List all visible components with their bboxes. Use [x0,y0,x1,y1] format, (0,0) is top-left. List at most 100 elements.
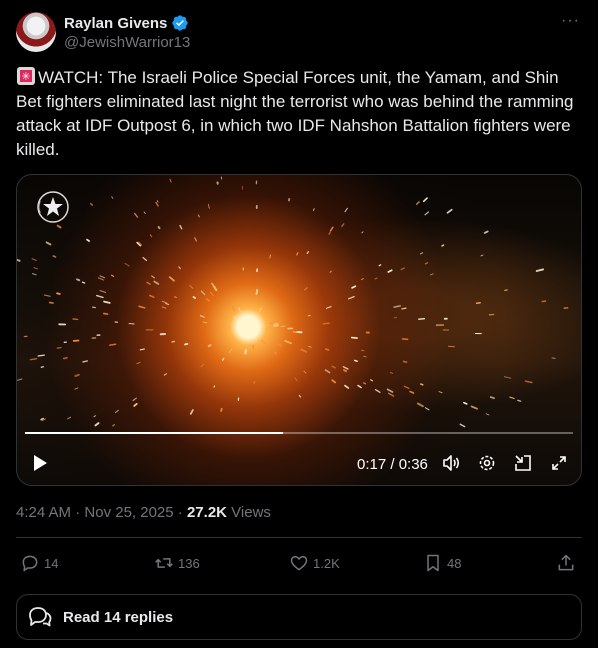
spark-particle [99,289,107,294]
spark-particle [95,294,104,299]
spark-particle [178,266,181,270]
heart-icon [290,556,308,571]
spark-particle [155,201,159,207]
spark-particle [161,306,167,309]
spark-particle [56,292,61,295]
spark-particle [363,382,367,385]
spark-particle [184,342,189,346]
post-time[interactable]: 4:24 AM [16,504,71,521]
settings-gear-icon[interactable] [477,453,497,473]
share-icon [558,554,574,571]
spark-particle [475,301,481,305]
spark-particle [463,401,468,405]
bookmark-button[interactable]: 48 [423,553,461,573]
spark-particle [517,399,522,402]
spark-particle [202,321,208,324]
read-replies-button[interactable]: Read 14 replies [16,594,582,640]
spark-particle [103,312,109,315]
spark-particle [325,306,332,309]
spark-particle [361,231,364,234]
spark-particle [324,348,330,351]
spark-particle [342,366,349,370]
spark-particle [255,288,259,295]
picture-in-picture-icon[interactable] [513,453,533,473]
like-button[interactable]: 1.2K [289,553,340,573]
spark-particle [357,384,362,389]
spark-particle [82,360,89,363]
spark-particle [422,197,428,203]
spark-particle [378,264,382,267]
spark-particle [448,345,455,348]
spark-particle [52,255,57,258]
spark-particle [156,200,159,203]
repost-button[interactable]: 136 [154,553,200,573]
meta-separator: · [173,504,187,521]
spark-particle [280,325,286,328]
spark-particle [387,392,395,397]
spark-particle [361,349,365,352]
play-icon[interactable] [31,454,49,472]
spark-particle [210,291,214,296]
spark-particle [139,348,145,351]
avatar[interactable] [16,12,56,52]
video-time: 0:17 / 0:36 [357,456,428,473]
spark-particle [37,354,45,357]
spark-particle [40,417,44,421]
spark-particle [322,322,330,325]
spark-particle [93,415,97,418]
spark-particle [109,343,117,346]
spark-particle [198,214,200,218]
volume-icon[interactable] [441,453,461,473]
spark-particle [459,423,466,428]
spark-particle [149,234,153,238]
author-name[interactable]: Raylan Givens [64,15,167,32]
spark-particle [300,348,308,353]
spark-particle [535,268,544,272]
spark-particle [153,280,160,285]
fullscreen-icon[interactable] [549,453,569,473]
spark-particle [424,407,430,411]
spark-particle [103,300,111,304]
spark-particle [136,361,141,365]
spark-particle [273,324,279,328]
spark-particle [354,359,358,362]
post-date[interactable]: Nov 25, 2025 [84,504,173,521]
spark-particle [179,224,183,230]
spark-particle [483,230,489,234]
spark-particle [29,358,38,361]
bookmark-icon [427,554,439,572]
reply-button[interactable]: 14 [20,553,58,573]
spark-particle [386,388,394,393]
more-options-icon[interactable]: ··· [561,12,580,30]
spark-particle [419,252,424,255]
spark-particle [269,254,271,259]
spark-particle [44,294,51,297]
spark-particle [304,287,308,291]
spark-particle [161,300,168,304]
author-handle[interactable]: @JewishWarrior13 [64,34,190,51]
spark-particle [33,267,39,270]
spark-particle [244,349,247,355]
spark-particle [228,348,233,354]
spark-particle [67,416,71,420]
spark-particle [420,383,424,386]
reply-count: 14 [44,555,59,571]
spark-particle [363,355,367,358]
spark-particle [146,281,151,285]
spark-particle [199,315,205,318]
views-label: Views [227,504,271,521]
spark-particle [31,258,37,261]
spark-particle [138,305,146,309]
spark-particle [207,344,212,348]
repost-count: 136 [178,555,200,571]
spark-particle [168,276,175,282]
spark-particle [524,380,533,384]
like-count: 1.2K [313,555,340,571]
spark-particle [258,307,263,313]
share-button[interactable] [556,553,576,573]
spark-particle [308,345,312,348]
spark-particle [157,226,161,230]
video-player[interactable]: 0:17 / 0:36 [16,174,582,486]
video-frame-sparks [17,176,569,428]
spark-particle [48,301,54,304]
